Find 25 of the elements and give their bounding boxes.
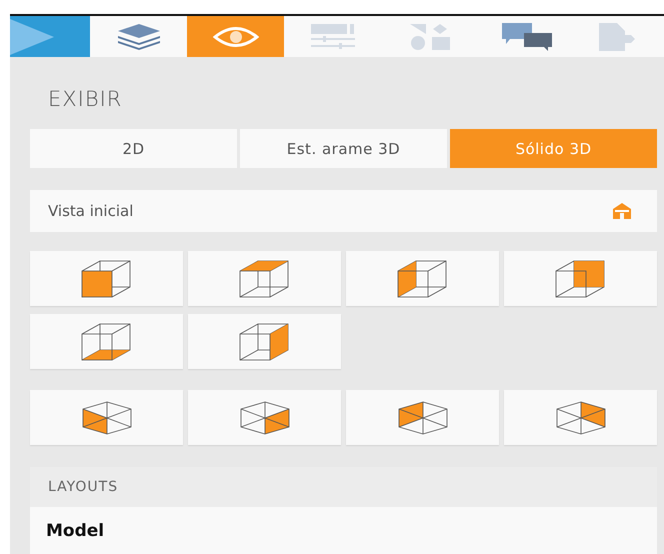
play-icon xyxy=(10,18,54,54)
home-view-button[interactable]: Vista inicial xyxy=(30,190,657,232)
layers-icon xyxy=(118,24,160,50)
view-button[interactable] xyxy=(504,251,657,306)
view-button[interactable] xyxy=(188,390,341,445)
layout-item[interactable]: Model xyxy=(30,507,657,554)
view-button[interactable] xyxy=(30,251,183,306)
view-button[interactable] xyxy=(188,314,341,369)
view-mode-tab[interactable]: Est. arame 3D xyxy=(240,129,447,168)
eye-icon xyxy=(212,26,258,48)
view-button[interactable] xyxy=(346,390,499,445)
chat-icon xyxy=(502,22,552,50)
properties-icon xyxy=(310,24,354,50)
view-button[interactable] xyxy=(188,251,341,306)
view-button[interactable] xyxy=(30,314,183,369)
home-icon xyxy=(613,203,631,219)
view-button[interactable] xyxy=(504,390,657,445)
eye-tab[interactable] xyxy=(187,16,284,57)
section-header: LAYOUTS xyxy=(30,467,657,507)
view-mode-tab[interactable]: 2D xyxy=(30,129,237,168)
view-button[interactable] xyxy=(346,251,499,306)
document-icon xyxy=(599,22,635,50)
panel-title: EXIBIR xyxy=(48,87,124,111)
view-button[interactable] xyxy=(30,390,183,445)
shapes-icon xyxy=(410,24,450,50)
